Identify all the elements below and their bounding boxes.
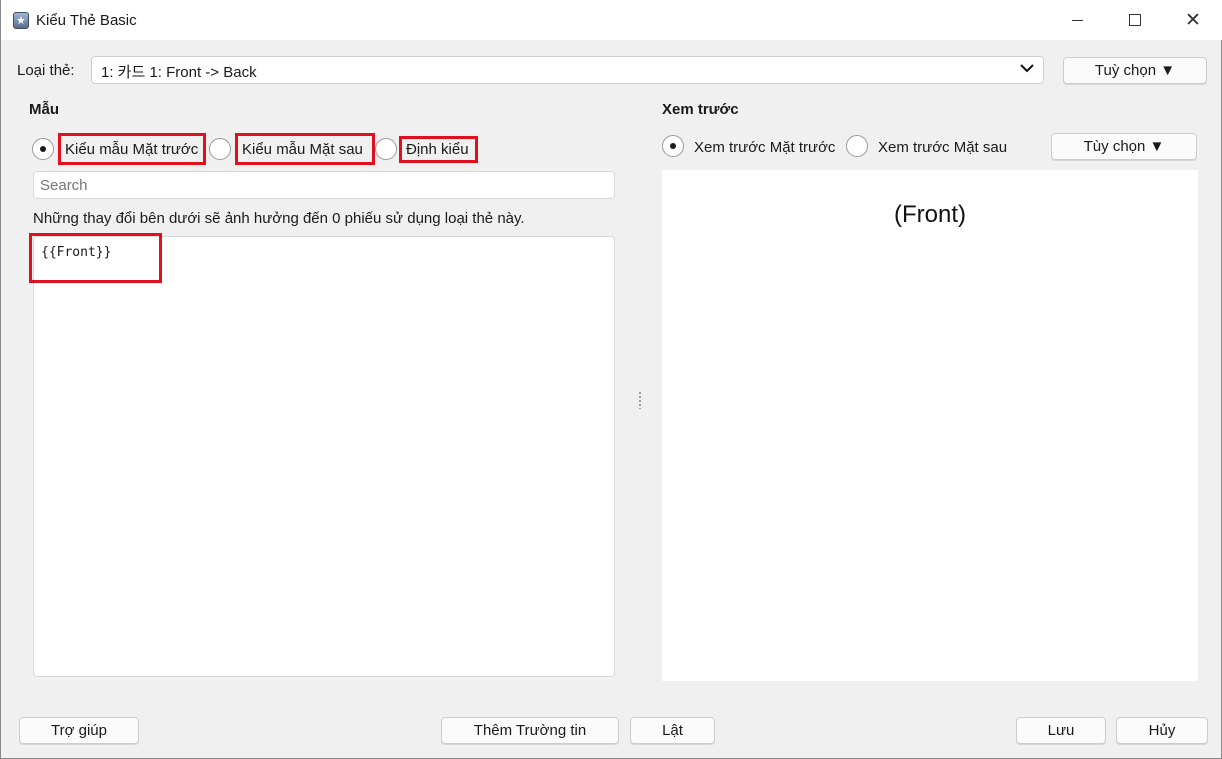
card-type-selected: 1: 카드 1: Front -> Back — [101, 64, 257, 81]
minimize-button[interactable] — [1048, 0, 1106, 40]
minimize-icon — [1071, 19, 1083, 21]
styling-label[interactable]: Định kiểu — [406, 141, 469, 158]
preview-section-title: Xem trước — [662, 101, 739, 118]
window-title: Kiểu Thẻ Basic — [36, 12, 137, 29]
cancel-button[interactable]: Hủy — [1116, 717, 1208, 744]
styling-radio[interactable] — [375, 138, 397, 160]
note-type-label: Loại thẻ: — [17, 62, 75, 79]
add-field-button[interactable]: Thêm Trường tin — [441, 717, 619, 744]
flip-button[interactable]: Lật — [630, 717, 715, 744]
preview-pane: (Front) — [662, 170, 1198, 681]
template-section-title: Mẫu — [29, 101, 59, 118]
front-template-label[interactable]: Kiểu mẫu Mặt trước — [65, 141, 198, 158]
maximize-icon — [1129, 14, 1141, 26]
preview-options-button[interactable]: Tùy chọn ▼ — [1051, 133, 1197, 160]
preview-back-radio[interactable] — [846, 135, 868, 157]
preview-back-label[interactable]: Xem trước Mặt sau — [878, 139, 1007, 156]
back-template-label[interactable]: Kiểu mẫu Mặt sau — [242, 141, 363, 158]
help-button[interactable]: Trợ giúp — [19, 717, 139, 744]
front-template-radio[interactable] — [32, 138, 54, 160]
card-types-window: Kiểu Thẻ Basic ✕ Loại thẻ: 1: 카드 1: Fron… — [0, 0, 1222, 759]
close-icon: ✕ — [1185, 9, 1201, 31]
template-editor[interactable] — [33, 236, 615, 677]
anki-star-icon — [13, 12, 29, 29]
card-type-options-button[interactable]: Tuỳ chọn ▼ — [1063, 57, 1207, 84]
search-input[interactable]: Search — [33, 171, 615, 199]
maximize-button[interactable] — [1106, 0, 1164, 40]
save-button[interactable]: Lưu — [1016, 717, 1106, 744]
preview-front-radio[interactable] — [662, 135, 684, 157]
drag-handle-icon[interactable] — [638, 391, 642, 409]
affected-cards-info: Những thay đổi bên dưới sẽ ảnh hưởng đến… — [33, 210, 525, 227]
title-bar: Kiểu Thẻ Basic ✕ — [1, 0, 1222, 40]
back-template-radio[interactable] — [209, 138, 231, 160]
chevron-down-icon — [1019, 60, 1035, 80]
preview-content: (Front) — [894, 201, 966, 228]
preview-front-label[interactable]: Xem trước Mặt trước — [694, 139, 835, 156]
close-button[interactable]: ✕ — [1164, 0, 1222, 40]
template-code[interactable]: {{Front}} — [41, 245, 111, 260]
card-type-select[interactable]: 1: 카드 1: Front -> Back — [91, 56, 1044, 84]
